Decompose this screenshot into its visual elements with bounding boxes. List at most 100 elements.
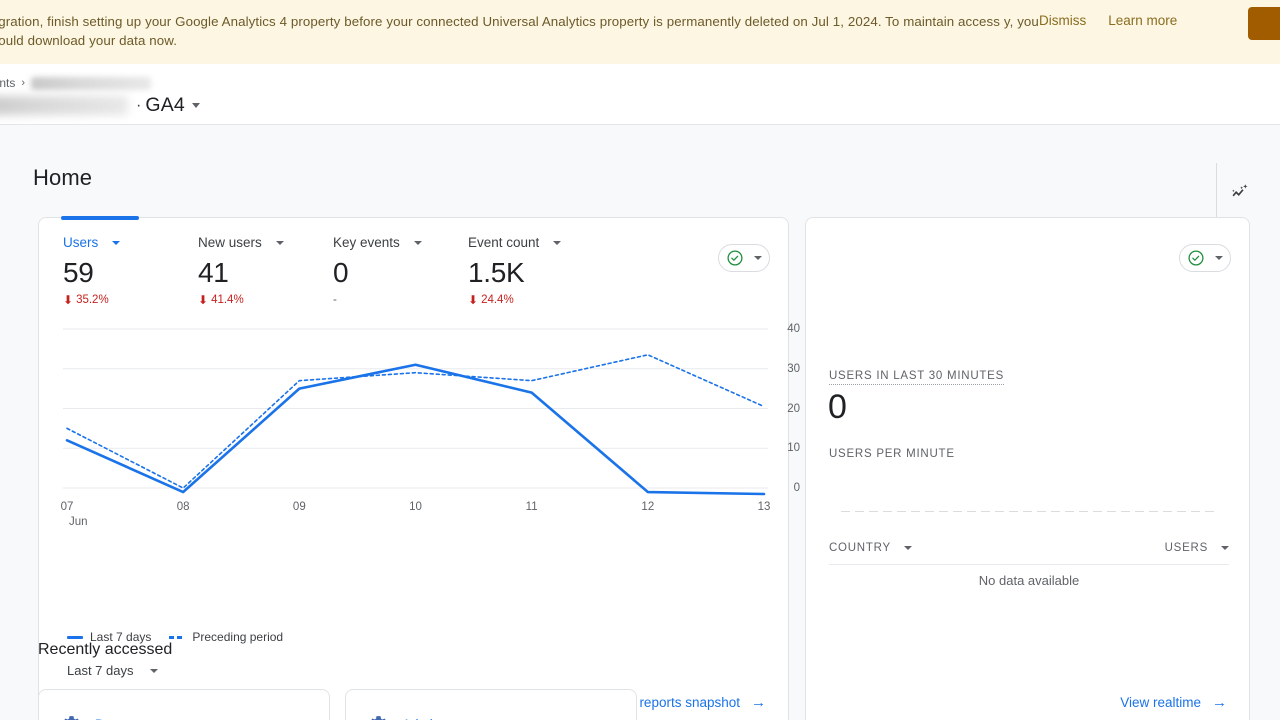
arrow-right-icon: →: [1212, 694, 1227, 711]
overview-status-selector[interactable]: [718, 244, 770, 272]
property-selector[interactable]: · GA4: [0, 94, 200, 117]
metric-users-value: 59: [63, 257, 94, 288]
x-axis-tick: 13: [757, 501, 771, 513]
x-axis-tick: 07: [60, 501, 74, 513]
metric-new-users-value: 41: [198, 257, 229, 288]
chart-x-axis-sublabel: Jun: [69, 516, 88, 528]
metric-new-users[interactable]: New users 41 ⬇ 41.4%: [198, 235, 333, 306]
header-divider: [1216, 163, 1217, 219]
realtime-empty-message: No data available: [978, 573, 1080, 588]
learn-more-button[interactable]: Learn more: [1108, 13, 1177, 28]
metric-users-delta: ⬇ 35.2%: [63, 294, 198, 306]
realtime-table-header: COUNTRY USERS: [829, 531, 1229, 565]
column-header-users[interactable]: USERS: [1165, 542, 1229, 554]
breadcrumb-root[interactable]: ounts: [0, 76, 15, 90]
view-realtime-link[interactable]: View realtime →: [1120, 695, 1227, 710]
metric-new-users-delta: ⬇ 41.4%: [198, 294, 333, 306]
banner-cta-button[interactable]: G: [1248, 7, 1280, 40]
chevron-down-icon[interactable]: [903, 545, 912, 550]
realtime-card: USERS IN LAST 30 MINUTES 0 USERS PER MIN…: [805, 217, 1250, 720]
breadcrumb-separator-icon: ›: [21, 77, 26, 89]
realtime-status-selector[interactable]: [1179, 244, 1231, 272]
metric-users-delta-value: 35.2%: [76, 294, 109, 306]
users-trend-chart: [63, 321, 768, 496]
chevron-down-icon[interactable]: [191, 103, 200, 108]
metric-key-events-delta: -: [333, 294, 337, 306]
gear-icon: [371, 716, 386, 720]
metric-users-label: Users: [63, 235, 99, 250]
metric-event-count-header[interactable]: Event count: [468, 235, 603, 250]
breadcrumb[interactable]: ounts ›: [0, 76, 152, 90]
legend-swatch-dashed-icon: [169, 635, 186, 639]
property-label: GA4: [145, 94, 185, 116]
banner-actions: Dismiss Learn more: [1039, 0, 1177, 28]
y-axis-tick: 30: [787, 362, 800, 375]
x-axis-tick: 11: [525, 501, 538, 513]
y-axis-tick: 20: [787, 402, 800, 415]
arrow-down-icon: ⬇: [198, 293, 209, 307]
metric-event-count-value: 1.5K: [468, 257, 525, 288]
active-tab-indicator: [61, 216, 139, 220]
x-axis-tick: 10: [409, 501, 422, 513]
x-axis-tick: 09: [292, 501, 306, 513]
y-axis-tick: 0: [793, 482, 800, 495]
column-header-users-label: USERS: [1164, 541, 1208, 554]
metric-event-count-delta: ⬇ 24.4%: [468, 294, 603, 306]
metric-new-users-label: New users: [198, 235, 262, 250]
metric-key-events-value: 0: [333, 257, 349, 288]
column-header-country[interactable]: COUNTRY: [829, 542, 912, 554]
legend-swatch-solid-icon: [67, 635, 83, 639]
chevron-down-icon[interactable]: [754, 256, 762, 260]
banner-message: migration, finish setting up your Google…: [0, 14, 1039, 48]
chart-svg: [63, 328, 768, 496]
legend-item-preceding: Preceding period: [169, 630, 283, 644]
realtime-sparkline-placeholder: [841, 511, 1216, 512]
arrow-right-icon: →: [751, 694, 766, 711]
metric-key-events-label: Key events: [333, 235, 400, 250]
metric-key-events-header[interactable]: Key events: [333, 235, 468, 250]
chevron-down-icon[interactable]: [1215, 256, 1223, 260]
view-realtime-label: View realtime: [1120, 695, 1201, 710]
x-axis-tick: 08: [176, 501, 190, 513]
metric-users-header[interactable]: Users: [63, 235, 198, 250]
realtime-metric-label: USERS IN LAST 30 MINUTES: [829, 370, 1004, 385]
realtime-users-per-minute-label: USERS PER MINUTE: [829, 448, 955, 460]
recently-accessed-card-0[interactable]: Data st: [38, 689, 330, 720]
dismiss-button[interactable]: Dismiss: [1039, 13, 1086, 28]
chevron-down-icon[interactable]: [275, 240, 284, 245]
metrics-row: Users 59 ⬇ 35.2% New users 41 ⬇ 41.4% Ke…: [63, 235, 603, 306]
check-circle-icon: [1188, 250, 1204, 266]
metric-event-count-delta-value: 24.4%: [481, 294, 514, 306]
chevron-down-icon[interactable]: [1221, 545, 1229, 550]
date-range-selector[interactable]: Last 7 days: [67, 663, 158, 678]
legend-label-preceding: Preceding period: [192, 630, 284, 644]
metric-key-events[interactable]: Key events 0 -: [333, 235, 468, 306]
chevron-down-icon[interactable]: [149, 668, 158, 673]
y-axis-tick: 40: [787, 322, 800, 335]
metric-new-users-delta-value: 41.4%: [211, 294, 244, 306]
x-axis-tick: 12: [641, 501, 655, 513]
insights-button[interactable]: [1222, 173, 1258, 209]
chevron-down-icon[interactable]: [112, 240, 121, 245]
page-title: Home: [33, 165, 93, 190]
property-name-redacted: [0, 96, 128, 115]
date-range-label: Last 7 days: [67, 663, 134, 678]
arrow-down-icon: ⬇: [63, 293, 74, 307]
column-header-country-label: COUNTRY: [829, 541, 891, 554]
arrow-down-icon: ⬇: [468, 293, 479, 307]
chevron-down-icon[interactable]: [413, 240, 422, 245]
metric-event-count[interactable]: Event count 1.5K ⬇ 24.4%: [468, 235, 603, 306]
chart-x-axis: 07 08 09 10 11 12 13: [60, 501, 771, 531]
migration-banner: migration, finish setting up your Google…: [0, 0, 1280, 64]
top-header: ounts › · GA4: [0, 64, 1280, 180]
realtime-metric-value: 0: [828, 388, 847, 426]
metric-users[interactable]: Users 59 ⬇ 35.2%: [63, 235, 198, 306]
chevron-down-icon[interactable]: [553, 240, 562, 245]
recently-accessed-card-1[interactable]: Admin: [345, 689, 637, 720]
metric-new-users-header[interactable]: New users: [198, 235, 333, 250]
main-content: Home Users 59 ⬇ 35.2% New users 41 ⬇ 41.…: [0, 125, 1280, 720]
check-circle-icon: [727, 250, 743, 266]
recently-accessed-title: Recently accessed: [38, 641, 173, 658]
metric-event-count-label: Event count: [468, 235, 540, 250]
breadcrumb-account-redacted: [31, 76, 152, 90]
